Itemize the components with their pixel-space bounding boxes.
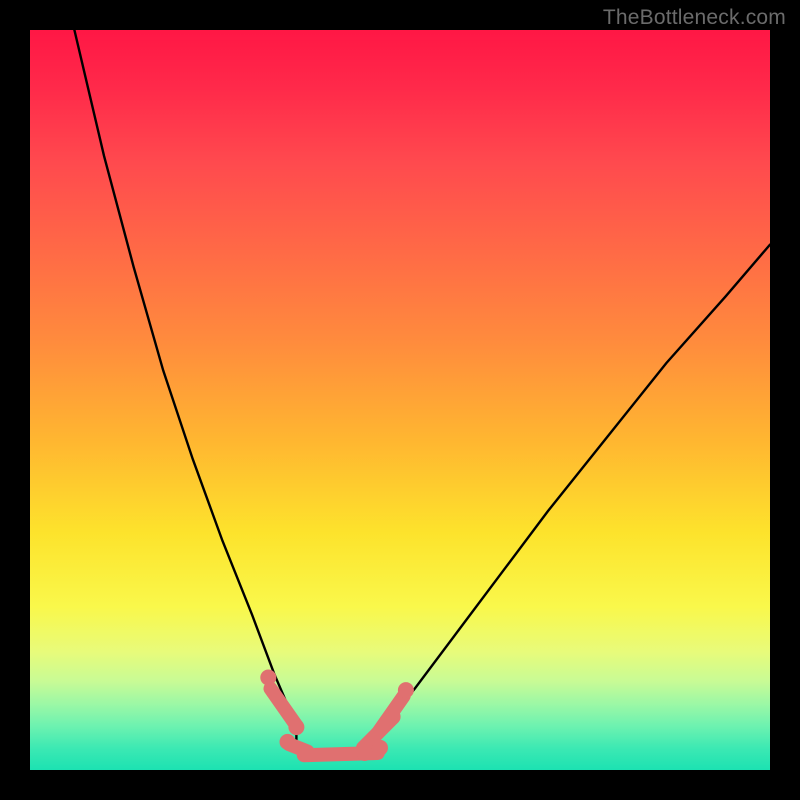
plot-area — [30, 30, 770, 770]
bottleneck-curve — [74, 30, 770, 755]
chart-frame: TheBottleneck.com — [0, 0, 800, 800]
watermark-text: TheBottleneck.com — [603, 6, 786, 30]
curve-svg — [30, 30, 770, 770]
